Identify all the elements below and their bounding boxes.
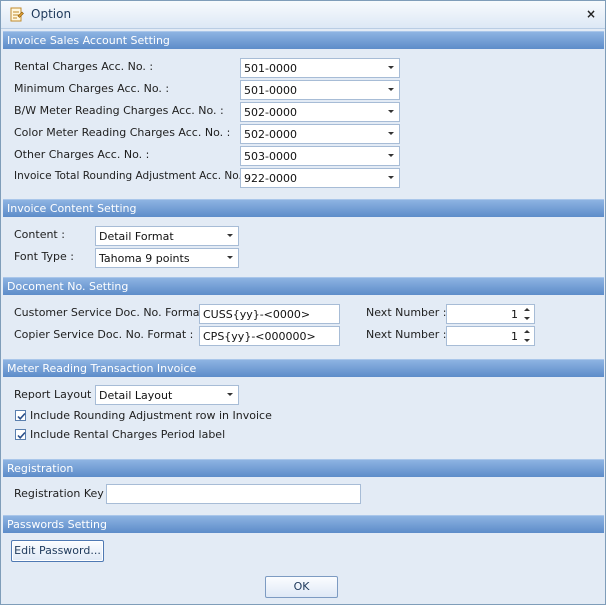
chevron-down-icon[interactable]	[225, 390, 235, 400]
registration-section: Registration Key :	[3, 477, 604, 515]
rounding-adjustment-label: Invoice Total Rounding Adjustment Acc. N…	[14, 170, 249, 182]
customer-format-field[interactable]: CUSS{yy}-<0000>	[199, 304, 340, 324]
ok-button[interactable]: OK	[265, 576, 338, 598]
document-no-section: Customer Service Doc. No. Format : CUSS{…	[3, 295, 604, 357]
copier-format-value: CPS{yy}-<000000>	[203, 330, 316, 343]
chevron-down-icon[interactable]	[386, 107, 396, 117]
checkmark-icon	[17, 412, 26, 420]
report-layout-combo[interactable]: Detail Layout	[95, 385, 239, 405]
option-icon	[9, 7, 24, 23]
registration-header: Registration	[3, 459, 604, 477]
chevron-down-icon[interactable]	[386, 129, 396, 139]
minimum-charges-label: Minimum Charges Acc. No. :	[14, 82, 170, 95]
rental-charges-label: Rental Charges Acc. No. :	[14, 60, 154, 73]
other-charges-combo[interactable]: 503-0000	[240, 146, 400, 166]
next-number-value-2: 1	[511, 330, 518, 343]
next-number-label-1: Next Number :	[366, 306, 447, 319]
bw-meter-label: B/W Meter Reading Charges Acc. No. :	[14, 104, 224, 117]
spin-up-icon[interactable]	[522, 306, 532, 314]
invoice-sales-header: Invoice Sales Account Setting	[3, 31, 604, 49]
copier-format-field[interactable]: CPS{yy}-<000000>	[199, 326, 340, 346]
minimum-charges-value: 501-0000	[244, 84, 297, 97]
chevron-down-icon[interactable]	[225, 253, 235, 263]
spin-down-icon[interactable]	[522, 337, 532, 345]
rental-charges-combo[interactable]: 501-0000	[240, 58, 400, 78]
passwords-header: Passwords Setting	[3, 515, 604, 533]
invoice-content-header: Invoice Content Setting	[3, 199, 604, 217]
bw-meter-combo[interactable]: 502-0000	[240, 102, 400, 122]
spin-up-icon[interactable]	[522, 328, 532, 336]
next-number-label-2: Next Number :	[366, 328, 447, 341]
minimum-charges-combo[interactable]: 501-0000	[240, 80, 400, 100]
title-bar[interactable]: Option ×	[1, 1, 605, 29]
color-meter-label: Color Meter Reading Charges Acc. No. :	[14, 126, 231, 139]
chevron-down-icon[interactable]	[386, 173, 396, 183]
content-label: Content :	[14, 228, 65, 241]
color-meter-value: 502-0000	[244, 128, 297, 141]
rental-period-checkbox[interactable]	[15, 429, 26, 440]
customer-format-value: CUSS{yy}-<0000>	[203, 308, 311, 321]
invoice-sales-section: Rental Charges Acc. No. : 501-0000 Minim…	[3, 49, 604, 197]
next-number-stepper-2[interactable]: 1	[446, 326, 535, 346]
passwords-section: Edit Password...	[3, 533, 604, 569]
rental-period-label[interactable]: Include Rental Charges Period label	[30, 428, 225, 441]
font-type-combo[interactable]: Tahoma 9 points	[95, 248, 239, 268]
color-meter-combo[interactable]: 502-0000	[240, 124, 400, 144]
copier-format-label: Copier Service Doc. No. Format :	[14, 328, 194, 341]
edit-password-button[interactable]: Edit Password...	[11, 540, 104, 562]
other-charges-value: 503-0000	[244, 150, 297, 163]
registration-key-field[interactable]	[106, 484, 361, 504]
chevron-down-icon[interactable]	[386, 85, 396, 95]
rounding-adjustment-combo[interactable]: 922-0000	[240, 168, 400, 188]
chevron-down-icon[interactable]	[386, 151, 396, 161]
report-layout-value: Detail Layout	[99, 389, 173, 402]
rounding-row-label[interactable]: Include Rounding Adjustment row in Invoi…	[30, 409, 272, 422]
other-charges-label: Other Charges Acc. No. :	[14, 148, 150, 161]
meter-reading-header: Meter Reading Transaction Invoice	[3, 359, 604, 377]
close-icon[interactable]: ×	[583, 6, 599, 22]
invoice-content-section: Content : Detail Format Font Type : Taho…	[3, 217, 604, 275]
chevron-down-icon[interactable]	[225, 231, 235, 241]
window-title: Option	[31, 7, 72, 21]
rental-charges-value: 501-0000	[244, 62, 297, 75]
rounding-row-checkbox[interactable]	[15, 410, 26, 421]
spin-down-icon[interactable]	[522, 315, 532, 323]
chevron-down-icon[interactable]	[386, 63, 396, 73]
document-no-header: Docoment No. Setting	[3, 277, 604, 295]
checkmark-icon	[17, 431, 26, 439]
registration-key-label: Registration Key :	[14, 487, 111, 500]
meter-reading-section: Report Layout : Detail Layout Include Ro…	[3, 377, 604, 457]
option-dialog: Option × Invoice Sales Account Setting R…	[0, 0, 606, 605]
content-value: Detail Format	[99, 230, 174, 243]
bw-meter-value: 502-0000	[244, 106, 297, 119]
customer-format-label: Customer Service Doc. No. Format :	[14, 306, 212, 319]
font-type-label: Font Type :	[14, 250, 74, 263]
report-layout-label: Report Layout :	[14, 388, 99, 401]
font-type-value: Tahoma 9 points	[99, 252, 190, 265]
rounding-adjustment-value: 922-0000	[244, 172, 297, 185]
content-combo[interactable]: Detail Format	[95, 226, 239, 246]
next-number-value-1: 1	[511, 308, 518, 321]
next-number-stepper-1[interactable]: 1	[446, 304, 535, 324]
